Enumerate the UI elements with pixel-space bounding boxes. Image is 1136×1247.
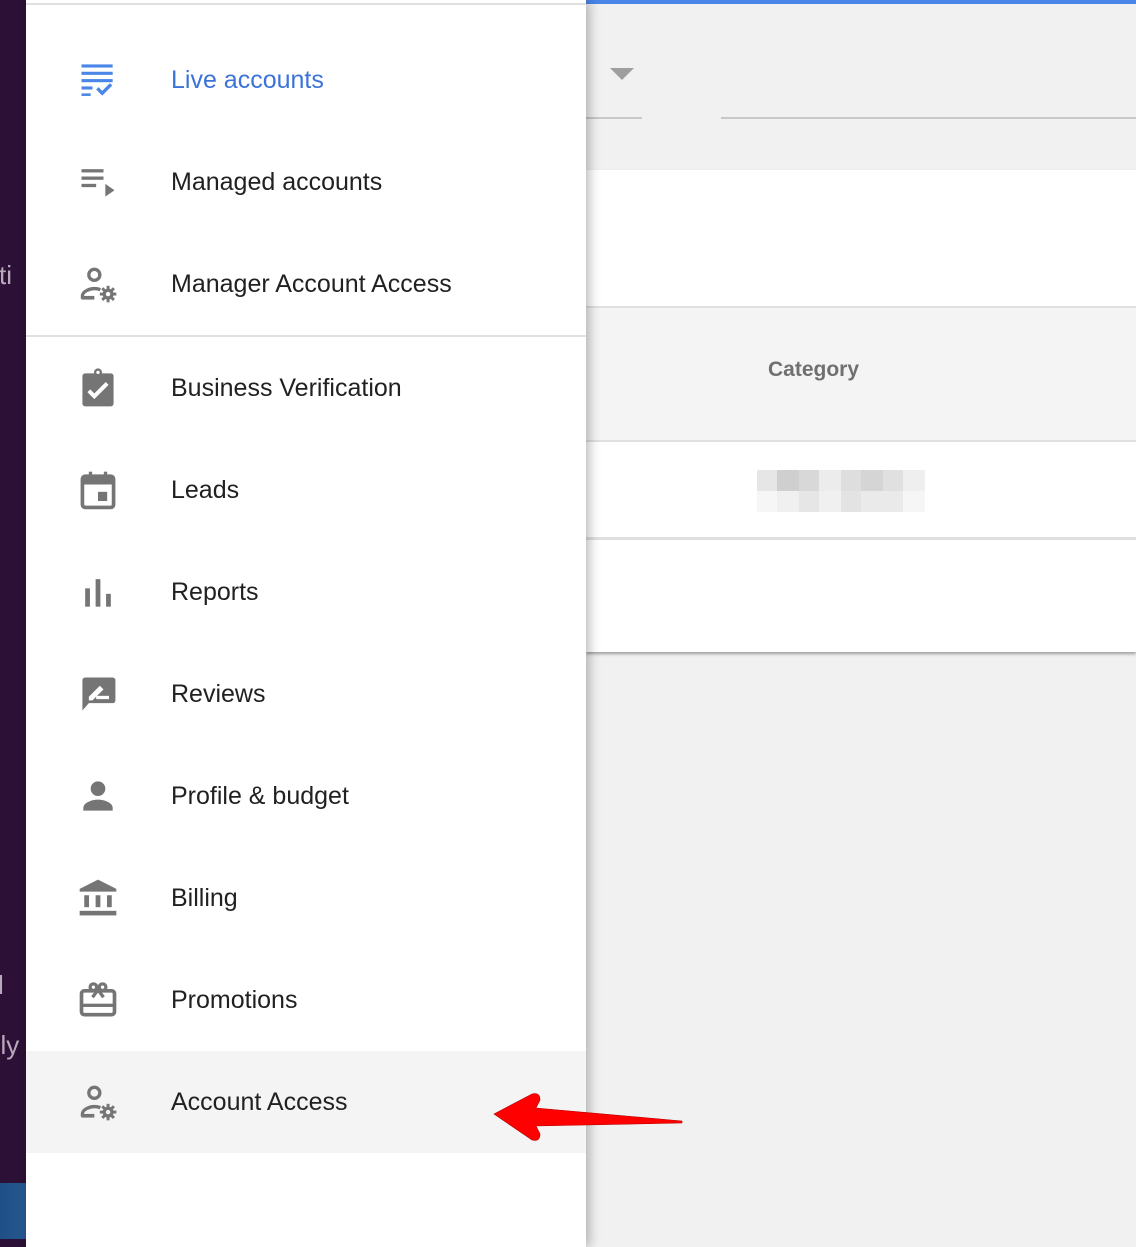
background-text-fragment: l — [0, 970, 4, 1000]
search-input[interactable] — [721, 117, 1136, 119]
nav-item-reports[interactable]: Reports — [26, 541, 586, 643]
nav-label: Business Verification — [171, 373, 402, 402]
nav-item-promotions[interactable]: Promotions — [26, 949, 586, 1051]
rate-review-icon — [76, 672, 120, 716]
nav-item-managed-accounts[interactable]: Managed accounts — [26, 131, 586, 233]
table-header-row: Category — [586, 306, 1136, 442]
clipboard-check-icon — [76, 366, 120, 410]
table-row[interactable] — [586, 442, 1136, 540]
nav-label: Promotions — [171, 985, 298, 1014]
background-text-fragment: sti — [0, 260, 12, 290]
nav-label: Live accounts — [171, 65, 324, 94]
live-accounts-icon — [76, 58, 120, 102]
navigation-drawer: Live accounts Managed accounts Manager A… — [26, 0, 586, 1247]
background-button[interactable] — [0, 1183, 26, 1239]
nav-item-profile-budget[interactable]: Profile & budget — [26, 745, 586, 847]
accounts-table-card: Category — [586, 170, 1136, 652]
nav-label: Reports — [171, 577, 259, 606]
dropdown-field[interactable] — [586, 117, 642, 119]
bar-chart-icon — [76, 570, 120, 614]
filter-area — [586, 4, 1136, 170]
nav-item-leads[interactable]: Leads — [26, 439, 586, 541]
nav-label: Profile & budget — [171, 781, 349, 810]
background-app-strip: sti l ely — [0, 0, 26, 1247]
nav-label: Managed accounts — [171, 167, 383, 196]
nav-label: Manager Account Access — [171, 269, 452, 298]
gift-card-icon — [76, 978, 120, 1022]
person-gear-icon — [76, 262, 120, 306]
nav-item-live-accounts[interactable]: Live accounts — [26, 29, 586, 131]
calendar-icon — [76, 468, 120, 512]
nav-item-billing[interactable]: Billing — [26, 847, 586, 949]
playlist-play-icon — [76, 160, 120, 204]
divider — [26, 3, 586, 5]
main-content: Category — [586, 0, 1136, 1247]
nav-item-manager-account-access[interactable]: Manager Account Access — [26, 233, 586, 335]
redacted-cell — [757, 470, 925, 512]
nav-item-business-verification[interactable]: Business Verification — [26, 337, 586, 439]
person-icon — [76, 774, 120, 818]
annotation-arrow-icon — [493, 1093, 683, 1141]
background-text-fragment: ely — [0, 1030, 20, 1060]
nav-label: Account Access — [171, 1087, 348, 1116]
column-header-category[interactable]: Category — [768, 358, 859, 382]
dropdown-arrow-icon[interactable] — [610, 68, 634, 80]
nav-label: Leads — [171, 475, 240, 504]
nav-item-reviews[interactable]: Reviews — [26, 643, 586, 745]
person-gear-icon — [76, 1080, 120, 1124]
nav-label: Reviews — [171, 679, 266, 708]
nav-label: Billing — [171, 883, 238, 912]
bank-icon — [76, 876, 120, 920]
